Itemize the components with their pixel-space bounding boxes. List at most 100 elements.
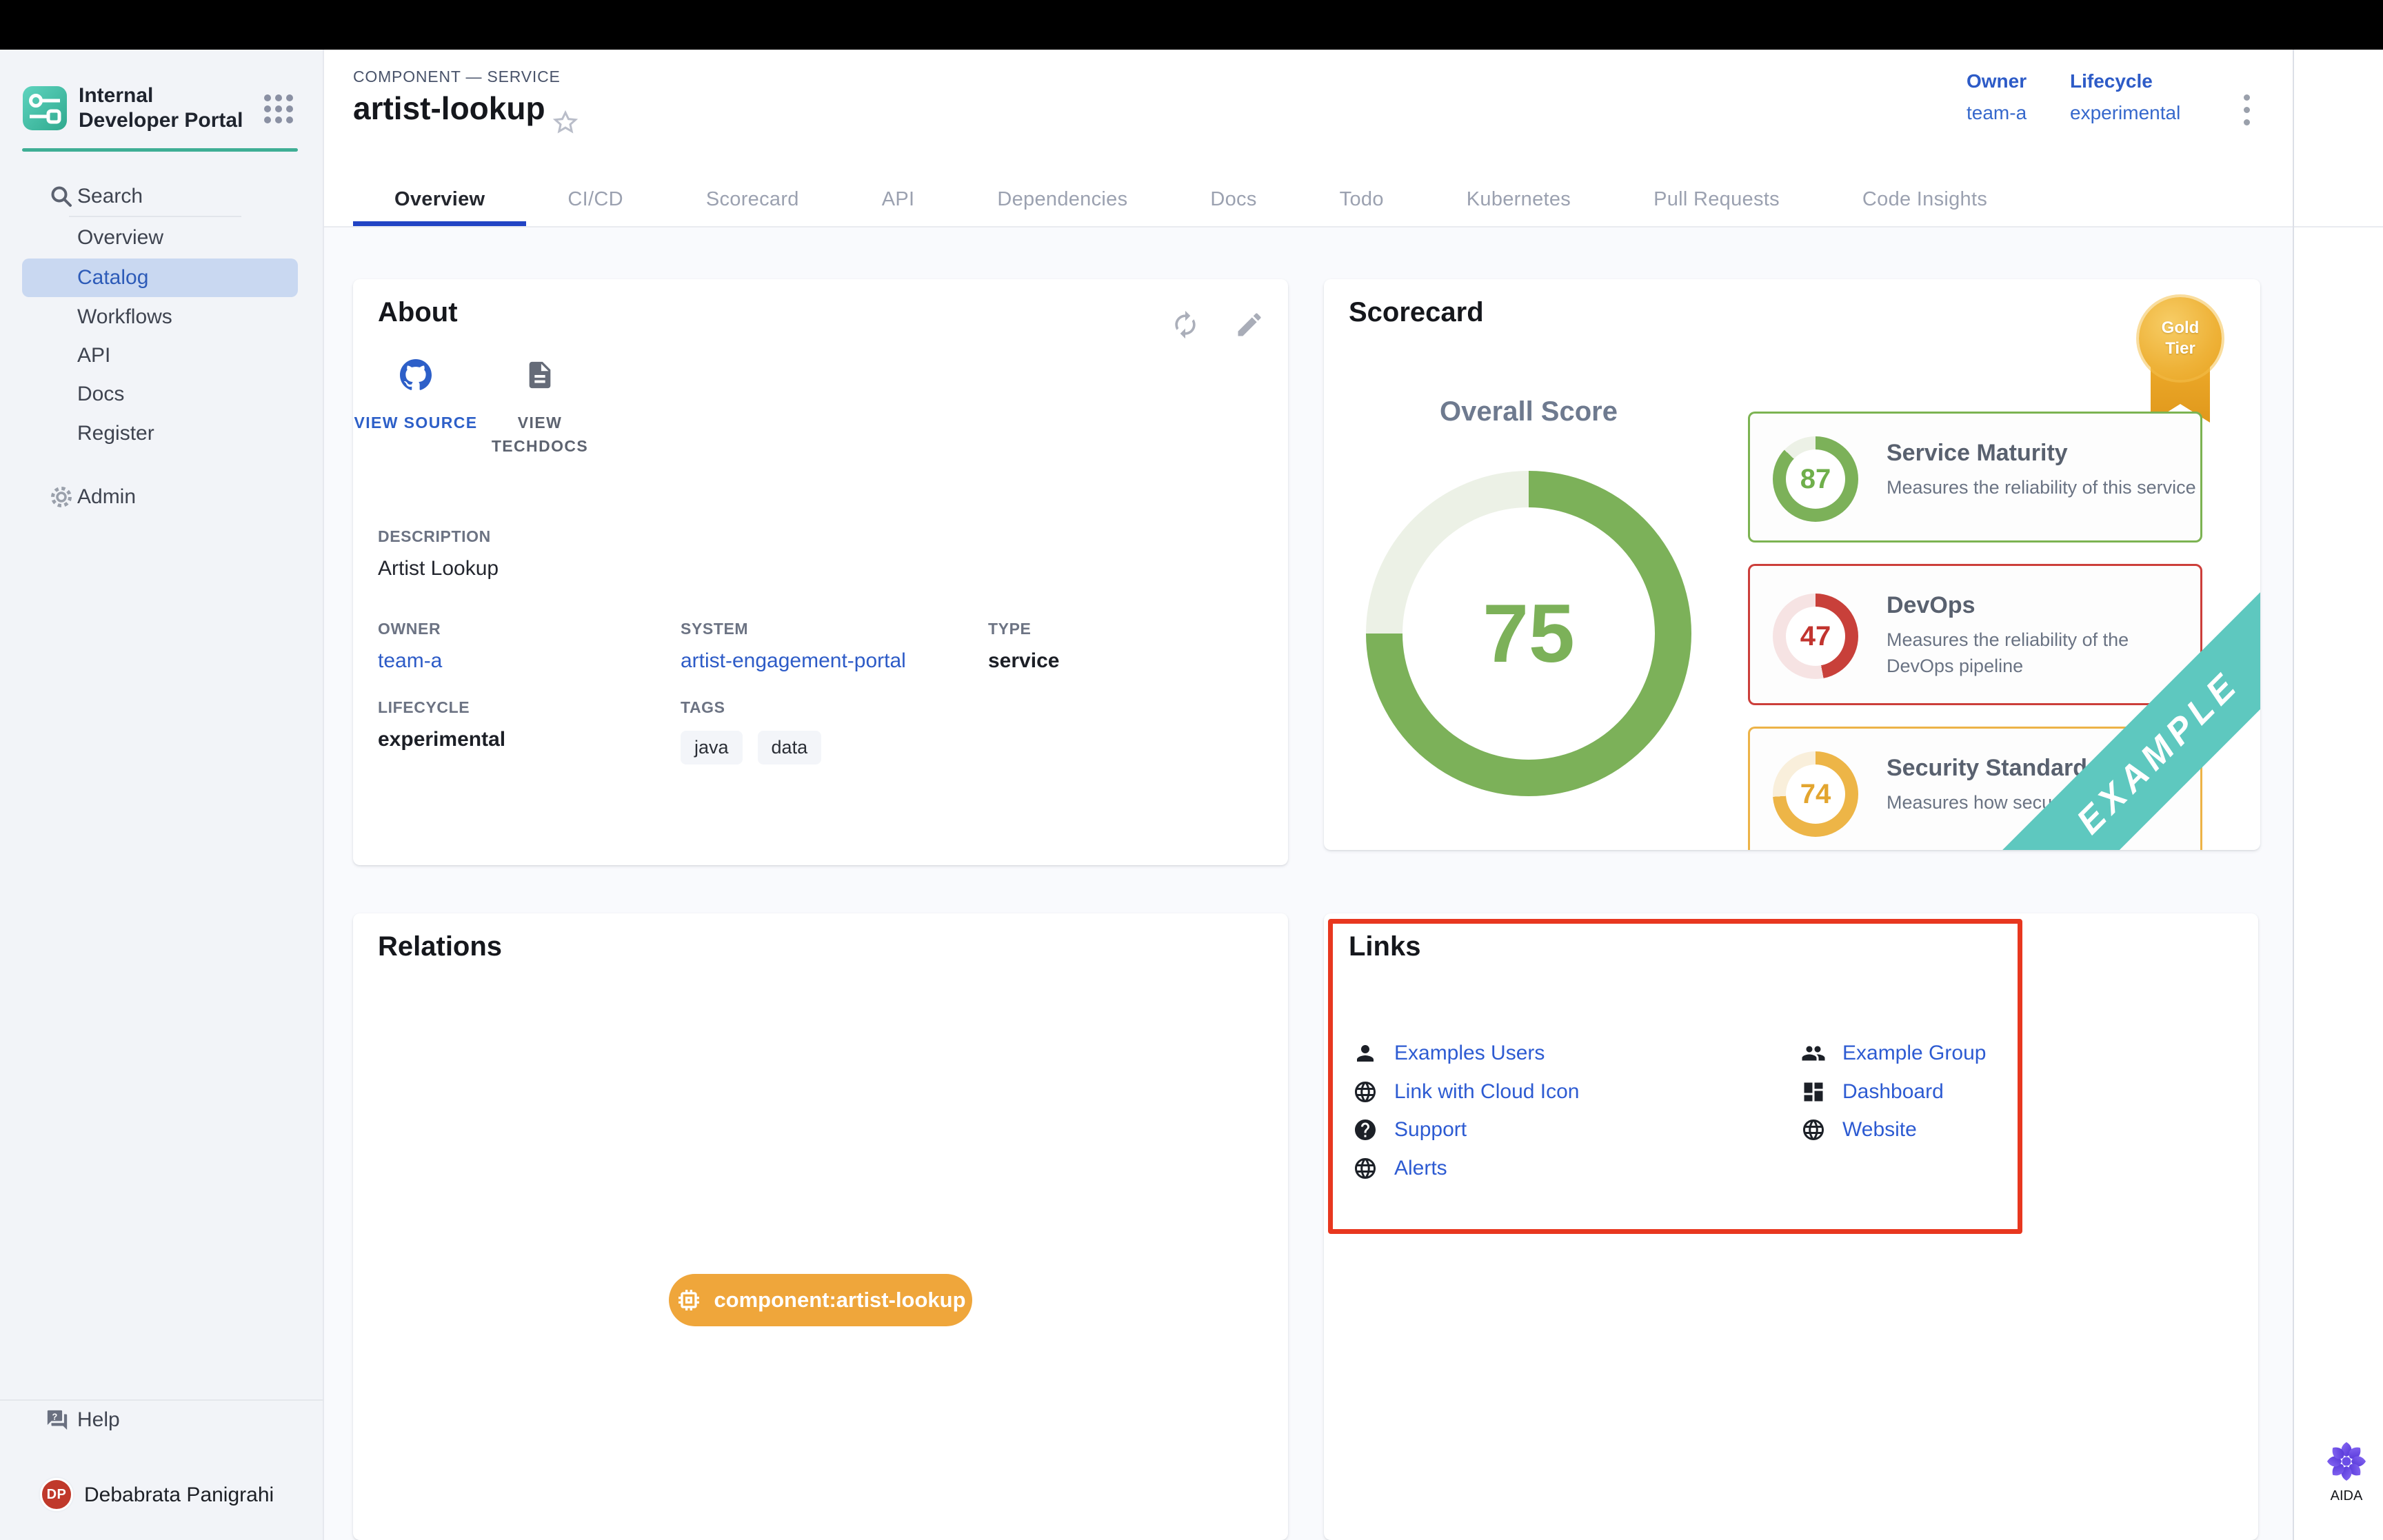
favorite-star-icon[interactable] (552, 109, 579, 136)
help-chat-icon: ? (46, 1408, 69, 1432)
aida-flower-icon (2324, 1439, 2369, 1483)
sidebar-item-label: Overview (0, 226, 163, 250)
sidebar-item-catalog[interactable]: Catalog (0, 259, 324, 297)
sidebar-divider (69, 216, 241, 217)
score-item-service-maturity[interactable]: 87 Service Maturity Measures the reliabi… (1748, 412, 2202, 543)
view-source-link[interactable]: VIEW SOURCE (347, 359, 485, 434)
sidebar-item-api[interactable]: API (0, 336, 324, 375)
scorecard-title: Scorecard (1349, 297, 1484, 328)
score-value: 87 (1786, 449, 1845, 509)
aida-label: AIDA (2315, 1488, 2377, 1504)
sidebar-item-workflows[interactable]: Workflows (0, 298, 324, 336)
lifecycle-label: Lifecycle (2070, 70, 2208, 92)
score-item-description: Measures the reliability of this service (1887, 474, 2218, 500)
tab-pull-requests[interactable]: Pull Requests (1612, 172, 1821, 226)
overall-score-donut: 75 (1366, 471, 1691, 796)
tab-kubernetes[interactable]: Kubernetes (1425, 172, 1612, 226)
help-circle-icon (1353, 1117, 1378, 1142)
owner-field-value[interactable]: team-a (378, 649, 442, 673)
lifecycle-meta: Lifecycle experimental (2070, 70, 2208, 124)
system-field-label: SYSTEM (681, 620, 906, 638)
score-item-devops[interactable]: 47 DevOps Measures the reliability of th… (1748, 564, 2202, 705)
links-title: Links (1349, 931, 1420, 962)
group-icon (1801, 1041, 1826, 1066)
link-label: Dashboard (1842, 1080, 1944, 1104)
apps-grid-icon[interactable] (262, 92, 295, 125)
more-options-icon[interactable] (2233, 88, 2260, 143)
badge-label: GoldTier (2162, 318, 2200, 359)
score-item-title: Service Maturity (1887, 440, 2068, 467)
lifecycle-field-label: LIFECYCLE (378, 698, 505, 717)
sidebar-item-label: Register (0, 422, 154, 445)
page-title: artist-lookup (353, 90, 545, 127)
globe-icon (1801, 1117, 1826, 1142)
score-value: 47 (1786, 607, 1845, 666)
link-example-group[interactable]: Example Group (1801, 1041, 1986, 1066)
tab-dependencies[interactable]: Dependencies (956, 172, 1169, 226)
gear-icon (50, 485, 73, 509)
description-label: DESCRIPTION (378, 527, 499, 546)
sidebar-item-docs[interactable]: Docs (0, 375, 324, 414)
tab-scorecard[interactable]: Scorecard (665, 172, 841, 226)
lifecycle-field-value: experimental (378, 728, 505, 751)
portal-logo-icon (22, 85, 68, 131)
link-label: Example Group (1842, 1042, 1986, 1065)
sidebar: Internal Developer Portal Search Overvie… (0, 50, 324, 1540)
aida-assistant-button[interactable]: AIDA (2315, 1439, 2377, 1504)
avatar[interactable]: DP (40, 1478, 73, 1511)
tab-code-insights[interactable]: Code Insights (1821, 172, 2029, 226)
score-item-description: Measures the reliability of the DevOps p… (1887, 627, 2183, 679)
sidebar-item-overview[interactable]: Overview (0, 219, 324, 257)
svg-text:?: ? (52, 1411, 58, 1421)
refresh-icon[interactable] (1170, 310, 1200, 340)
relations-node-component[interactable]: component:artist-lookup (669, 1274, 972, 1326)
overall-score-value: 75 (1482, 586, 1574, 681)
view-techdocs-link[interactable]: VIEW TECHDOCS (471, 359, 609, 458)
github-icon (400, 359, 432, 391)
about-card: About VIEW SOURCE VIEW TECHDOCS DESCRIPT… (353, 279, 1288, 865)
brand-divider (22, 148, 298, 152)
tags-field-label: TAGS (681, 698, 836, 717)
link-support[interactable]: Support (1353, 1117, 1467, 1142)
score-ring: 74 (1773, 751, 1858, 837)
content-right-divider (2293, 50, 2294, 1540)
top-black-bar (0, 0, 2383, 50)
type-field-label: TYPE (988, 620, 1059, 638)
relations-title: Relations (378, 931, 502, 962)
sidebar-item-register[interactable]: Register (0, 414, 324, 453)
tag-chip[interactable]: java (681, 731, 743, 764)
link-examples-users[interactable]: Examples Users (1353, 1041, 1545, 1066)
docs-file-icon (524, 359, 556, 391)
sidebar-item-label: Catalog (0, 266, 148, 290)
view-techdocs-label: VIEW TECHDOCS (471, 411, 609, 458)
score-ring: 47 (1773, 594, 1858, 679)
score-item-title: Security Standards (1887, 755, 2100, 782)
scorecard-card: Scorecard GoldTier Overall Score 75 87 S… (1324, 279, 2260, 850)
tab-api[interactable]: API (841, 172, 956, 226)
view-source-label: VIEW SOURCE (347, 411, 485, 434)
link-label: Link with Cloud Icon (1394, 1080, 1579, 1104)
score-value: 74 (1786, 764, 1845, 824)
sidebar-item-search[interactable]: Search (0, 177, 324, 216)
score-ring: 87 (1773, 436, 1858, 522)
tab-cicd[interactable]: CI/CD (526, 172, 664, 226)
tab-overview[interactable]: Overview (353, 172, 526, 226)
sidebar-item-help[interactable]: ? Help (0, 1401, 324, 1439)
sidebar-item-admin[interactable]: Admin (0, 478, 324, 516)
tab-todo[interactable]: Todo (1298, 172, 1425, 226)
link-website[interactable]: Website (1801, 1117, 1917, 1142)
portal-title: Internal Developer Portal (79, 83, 252, 133)
tab-docs[interactable]: Docs (1169, 172, 1298, 226)
lifecycle-value: experimental (2070, 102, 2208, 124)
type-field-value: service (988, 649, 1059, 673)
link-dashboard[interactable]: Dashboard (1801, 1080, 1944, 1104)
link-cloud[interactable]: Link with Cloud Icon (1353, 1080, 1579, 1104)
system-field-value[interactable]: artist-engagement-portal (681, 649, 906, 673)
score-item-title: DevOps (1887, 592, 1975, 619)
edit-pencil-icon[interactable] (1234, 310, 1265, 340)
user-name[interactable]: Debabrata Panigrahi (84, 1483, 274, 1507)
sidebar-item-label: Docs (0, 383, 124, 406)
link-alerts[interactable]: Alerts (1353, 1156, 1447, 1181)
link-label: Website (1842, 1118, 1917, 1142)
tag-chip[interactable]: data (758, 731, 822, 764)
